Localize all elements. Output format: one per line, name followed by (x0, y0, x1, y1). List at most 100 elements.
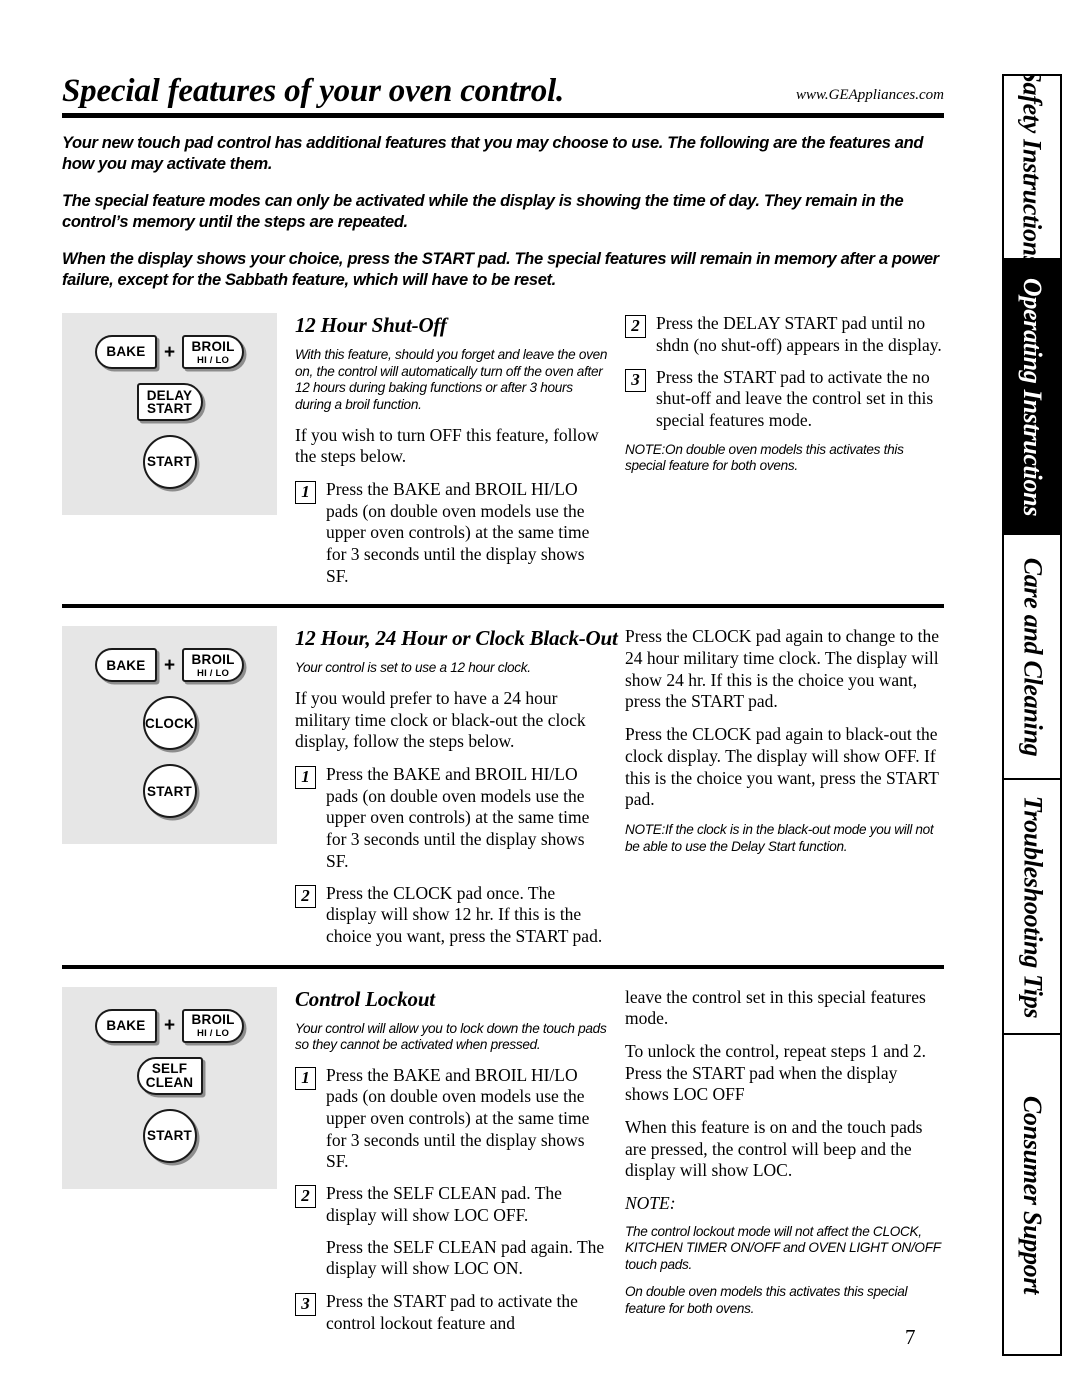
bake-pad[interactable]: BAKE (94, 648, 157, 683)
section-control-lockout: BAKE + BROIL HI / LO SELF CLEAN START Co… (62, 981, 944, 1345)
section-3-heading: Control Lockout (295, 986, 435, 1011)
tab-troubleshooting-tips[interactable]: Troubleshooting Tips (1002, 778, 1062, 1033)
broil-pad-sublabel: HI / LO (197, 355, 230, 367)
step-text: Press the DELAY START pad until no shdn … (656, 313, 942, 355)
section-3-right-paragraph-3: When this feature is on and the touch pa… (625, 1117, 923, 1181)
section-3-left-column: Control Lockout Your control will allow … (295, 987, 609, 1345)
section-clock-black-out: BAKE + BROIL HI / LO CLOCK START 12 Hour… (62, 620, 944, 969)
step-number: 2 (625, 315, 646, 339)
section-3-note-1: The control lockout mode will not affect… (625, 1223, 941, 1272)
page-header: Special features of your oven control. w… (62, 74, 944, 109)
step-number: 3 (625, 368, 646, 392)
section-3-note-2: On double oven models this activates thi… (625, 1284, 908, 1317)
step-number: 1 (295, 766, 316, 790)
step-number: 2 (295, 884, 316, 908)
delay-start-pad[interactable]: DELAY START (136, 383, 203, 422)
step-number: 2 (295, 1185, 316, 1209)
step-number: 3 (295, 1292, 316, 1316)
manual-page: Special features of your oven control. w… (0, 0, 1080, 1397)
start-pad[interactable]: START (142, 764, 197, 819)
section-3-note-label: NOTE: (625, 1193, 676, 1214)
keypad-diagram-shut-off: BAKE + BROIL HI / LO DELAY START START (62, 313, 277, 516)
section-1-lead: With this feature, should you forget and… (295, 347, 608, 413)
section-1-left-column: 12 Hour Shut-Off With this feature, shou… (295, 313, 609, 597)
section-divider-1 (62, 604, 944, 609)
intro-paragraph-3: When the display shows your choice, pres… (62, 250, 939, 290)
step-2-continuation: Press the SELF CLEAN pad again. The disp… (326, 1236, 605, 1279)
title-rule (62, 112, 944, 118)
tab-operating-instructions[interactable]: Operating Instructions (1002, 258, 1062, 533)
section-1-heading: 12 Hour Shut-Off (295, 313, 447, 338)
delay-start-pad-label-line1: DELAY (146, 387, 193, 403)
clock-pad-label: CLOCK (145, 715, 194, 731)
section-divider-2 (62, 964, 944, 969)
step-item: 2 Press the CLOCK pad once. The display … (295, 883, 609, 948)
note-label: NOTE: (625, 441, 666, 457)
section-3-right-paragraph-1: leave the control set in this special fe… (625, 986, 926, 1029)
section-12-hour-shut-off: BAKE + BROIL HI / LO DELAY START START 1… (62, 307, 944, 609)
section-2-right-paragraph-1: Press the CLOCK pad again to change to t… (625, 626, 939, 712)
broil-pad[interactable]: BROIL HI / LO (182, 335, 245, 370)
start-pad[interactable]: START (142, 1108, 197, 1163)
section-2-paragraph: If you would prefer to have a 24 hour mi… (295, 688, 586, 752)
step-item: 2 Press the SELF CLEAN pad. The display … (295, 1183, 609, 1226)
step-item: 3 Press the START pad to activate the co… (295, 1291, 609, 1334)
website-url: www.GEAppliances.com (795, 86, 944, 103)
bake-pad-label: BAKE (106, 344, 146, 360)
note-label: NOTE: (625, 821, 666, 837)
plus-symbol: + (163, 1015, 176, 1037)
tab-consumer-support[interactable]: Consumer Support (1002, 1033, 1062, 1356)
step-text: Press the START pad to activate the no s… (656, 366, 934, 431)
section-3-right-column: leave the control set in this special fe… (625, 987, 944, 1329)
keypad-diagram-lockout: BAKE + BROIL HI / LO SELF CLEAN START (62, 986, 277, 1189)
broil-pad[interactable]: BROIL HI / LO (182, 1008, 245, 1043)
bake-pad[interactable]: BAKE (94, 335, 157, 370)
broil-pad-label: BROIL (191, 651, 235, 667)
page-content: Special features of your oven control. w… (62, 74, 944, 1344)
intro-paragraph-2: The special feature modes can only be ac… (62, 191, 904, 231)
step-text: Press the START pad to activate the cont… (326, 1290, 578, 1333)
tab-safety-instructions[interactable]: Safety Instructions (1002, 74, 1062, 258)
start-pad-label: START (147, 783, 192, 799)
bake-pad[interactable]: BAKE (94, 1008, 157, 1043)
tab-care-and-cleaning[interactable]: Care and Cleaning (1002, 533, 1062, 778)
intro-paragraph-1: Your new touch pad control has additiona… (62, 133, 924, 173)
keypad-diagram-clock: BAKE + BROIL HI / LO CLOCK START (62, 626, 277, 845)
page-number: 7 (905, 1325, 916, 1349)
self-clean-pad[interactable]: SELF CLEAN (136, 1056, 203, 1095)
broil-pad-label: BROIL (191, 338, 235, 354)
page-title: Special features of your oven control. (62, 73, 565, 109)
section-2-right-paragraph-2: Press the CLOCK pad again to black-out t… (625, 724, 939, 810)
tab-label: Operating Instructions (1018, 277, 1047, 516)
section-2-right-column: Press the CLOCK pad again to change to t… (625, 626, 944, 866)
section-1-right-column: 2 Press the DELAY START pad until no shd… (625, 313, 944, 486)
step-item: 2 Press the DELAY START pad until no shd… (625, 313, 944, 356)
section-1-paragraph: If you wish to turn OFF this feature, fo… (295, 424, 599, 467)
intro-block: Your new touch pad control has additiona… (62, 133, 944, 292)
start-pad-label: START (147, 454, 192, 470)
step-item: 1 Press the BAKE and BROIL HI/LO pads (o… (295, 1065, 609, 1173)
step-item: 1 Press the BAKE and BROIL HI/LO pads (o… (295, 479, 609, 587)
section-2-left-column: 12 Hour, 24 Hour or Clock Black-Out Your… (295, 626, 618, 957)
bake-pad-label: BAKE (106, 1017, 146, 1033)
start-pad[interactable]: START (142, 435, 197, 490)
step-number: 1 (295, 480, 316, 504)
plus-symbol: + (163, 341, 176, 363)
chapter-tab-rail: Safety Instructions Operating Instructio… (1002, 74, 1062, 1356)
broil-pad-label: BROIL (191, 1012, 235, 1028)
section-3-lead: Your control will allow you to lock down… (295, 1020, 607, 1053)
bake-pad-label: BAKE (106, 657, 146, 673)
section-2-note: NOTE:If the clock is in the black-out mo… (625, 822, 944, 855)
clock-pad[interactable]: CLOCK (142, 696, 197, 751)
plus-symbol: + (163, 654, 176, 676)
note-text: On double oven models this activates thi… (625, 441, 904, 474)
section-3-right-paragraph-2: To unlock the control, repeat steps 1 an… (625, 1040, 927, 1105)
step-item: 1 Press the BAKE and BROIL HI/LO pads (o… (295, 764, 609, 872)
section-1-note: NOTE:On double oven models this activate… (625, 442, 944, 475)
step-text: Press the BAKE and BROIL HI/LO pads (on … (326, 478, 590, 586)
section-2-heading: 12 Hour, 24 Hour or Clock Black-Out (295, 626, 618, 651)
section-2-lead: Your control is set to use a 12 hour clo… (295, 660, 531, 676)
broil-pad[interactable]: BROIL HI / LO (182, 648, 245, 683)
step-text: Press the SELF CLEAN pad. The display wi… (326, 1183, 562, 1225)
note-text: If the clock is in the black-out mode yo… (625, 821, 934, 854)
